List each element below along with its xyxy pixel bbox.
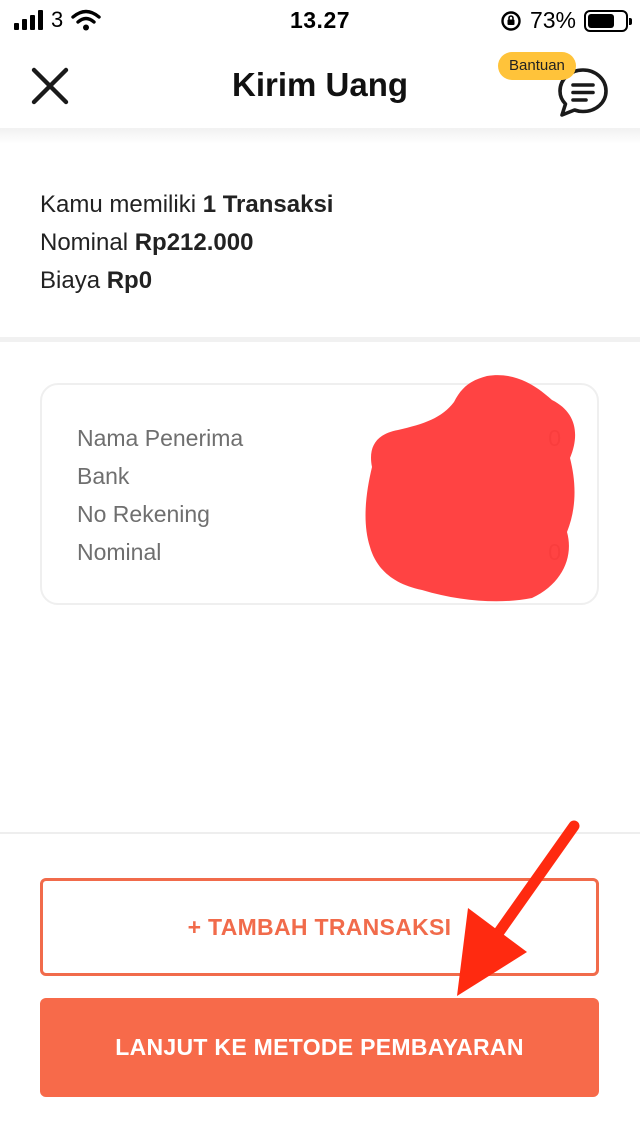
card-label-bank: Bank: [77, 463, 130, 489]
bottom-actions: + TAMBAH TRANSAKSI LANJUT KE METODE PEMB…: [0, 832, 640, 1136]
redaction-scribble: [365, 375, 576, 602]
header-shadow: [0, 128, 640, 144]
rotation-lock-icon: [501, 10, 521, 31]
battery-percentage: 73%: [529, 7, 576, 33]
help-badge: Bantuan: [498, 52, 576, 80]
section-divider: [0, 337, 640, 342]
status-bar: 3 13.27 73%: [0, 0, 640, 40]
transaction-summary: Kamu memiliki 1 Transaksi Nominal Rp212.…: [40, 186, 333, 300]
card-label-recipient: Nama Penerima: [77, 425, 244, 451]
status-right: 73%: [500, 7, 632, 34]
card-label-account: No Rekening: [77, 501, 210, 527]
add-transaction-button[interactable]: + TAMBAH TRANSAKSI: [40, 878, 599, 976]
summary-fee: Biaya Rp0: [40, 267, 153, 294]
continue-payment-button[interactable]: LANJUT KE METODE PEMBAYARAN: [40, 998, 599, 1097]
battery-icon: [584, 9, 632, 32]
app-header: Kirim Uang Bantuan: [0, 40, 640, 132]
card-label-nominal: Nominal: [77, 539, 162, 565]
summary-count: Kamu memiliki 1 Transaksi: [40, 191, 334, 218]
summary-nominal: Nominal Rp212.000: [40, 229, 254, 256]
help-button[interactable]: Bantuan: [498, 52, 618, 122]
